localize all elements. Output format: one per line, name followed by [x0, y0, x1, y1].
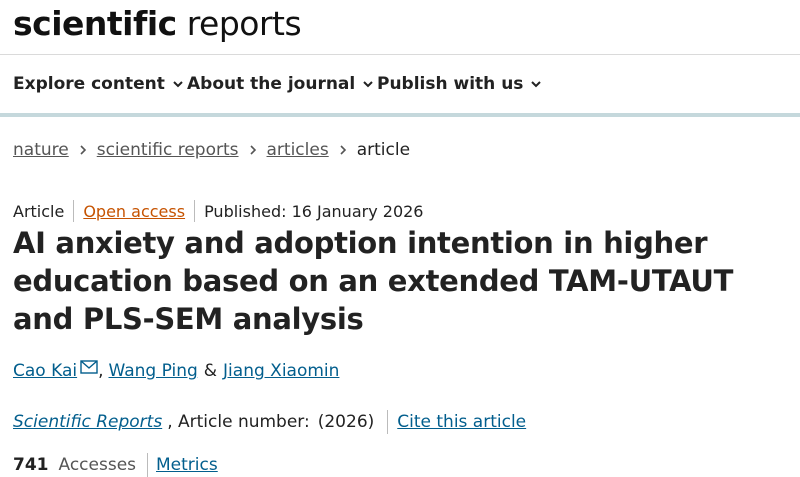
- author-separator: ,: [98, 361, 104, 381]
- breadcrumb-nature[interactable]: nature: [13, 140, 69, 160]
- breadcrumb-scientific-reports[interactable]: scientific reports: [97, 140, 239, 160]
- citation-line: Scientific Reports , Article number: (20…: [13, 410, 526, 434]
- chevron-right-icon: [239, 144, 267, 156]
- breadcrumb-articles[interactable]: articles: [267, 140, 329, 160]
- article-type: Article: [13, 201, 65, 221]
- logo-light-text: reports: [176, 4, 302, 43]
- author-list: Cao Kai , Wang Ping & Jiang Xiaomin: [13, 360, 339, 381]
- site-header: scientific reports: [0, 0, 800, 55]
- author-link[interactable]: Jiang Xiaomin: [223, 361, 339, 381]
- chevron-right-icon: [329, 144, 357, 156]
- meta-divider: [73, 200, 75, 222]
- published-date: Published: 16 January 2026: [204, 201, 424, 221]
- publication-year: (2026): [317, 412, 375, 432]
- breadcrumb: nature scientific reports articles artic…: [13, 140, 410, 160]
- nav-publish-with-us-label: Publish with us: [377, 74, 524, 94]
- article-number-label: , Article number:: [167, 412, 310, 432]
- meta-divider: [194, 200, 196, 222]
- nav-about-journal-label: About the journal: [187, 74, 356, 94]
- nav-about-journal[interactable]: About the journal: [187, 74, 374, 94]
- cite-this-article-link[interactable]: Cite this article: [397, 412, 526, 432]
- citation-divider: [387, 410, 389, 434]
- journal-link[interactable]: Scientific Reports: [13, 412, 162, 432]
- nav-explore-content-label: Explore content: [13, 74, 165, 94]
- article-meta: Article Open access Published: 16 Januar…: [13, 200, 423, 222]
- author-separator: &: [203, 361, 218, 381]
- main-nav: Explore content About the journal Publis…: [0, 55, 800, 117]
- author-link[interactable]: Cao Kai: [13, 361, 77, 381]
- author-link[interactable]: Wang Ping: [109, 361, 198, 381]
- chevron-down-icon: [173, 81, 183, 88]
- mail-icon[interactable]: [80, 360, 98, 374]
- article-metrics: 741 Accesses Metrics: [13, 453, 218, 477]
- metrics-link[interactable]: Metrics: [156, 455, 218, 475]
- logo-bold-text: scientific: [13, 4, 177, 43]
- accesses-label: Accesses: [58, 455, 137, 475]
- open-access-link[interactable]: Open access: [83, 202, 185, 221]
- metrics-divider: [147, 453, 149, 477]
- nav-explore-content[interactable]: Explore content: [13, 74, 184, 94]
- chevron-down-icon: [363, 81, 373, 88]
- nav-publish-with-us[interactable]: Publish with us: [377, 74, 542, 94]
- journal-logo[interactable]: scientific reports: [13, 4, 302, 43]
- breadcrumb-current: article: [356, 140, 411, 160]
- chevron-right-icon: [69, 144, 97, 156]
- chevron-down-icon: [531, 81, 542, 88]
- accesses-count: 741: [13, 455, 49, 475]
- article-title: AI anxiety and adoption intention in hig…: [13, 226, 734, 336]
